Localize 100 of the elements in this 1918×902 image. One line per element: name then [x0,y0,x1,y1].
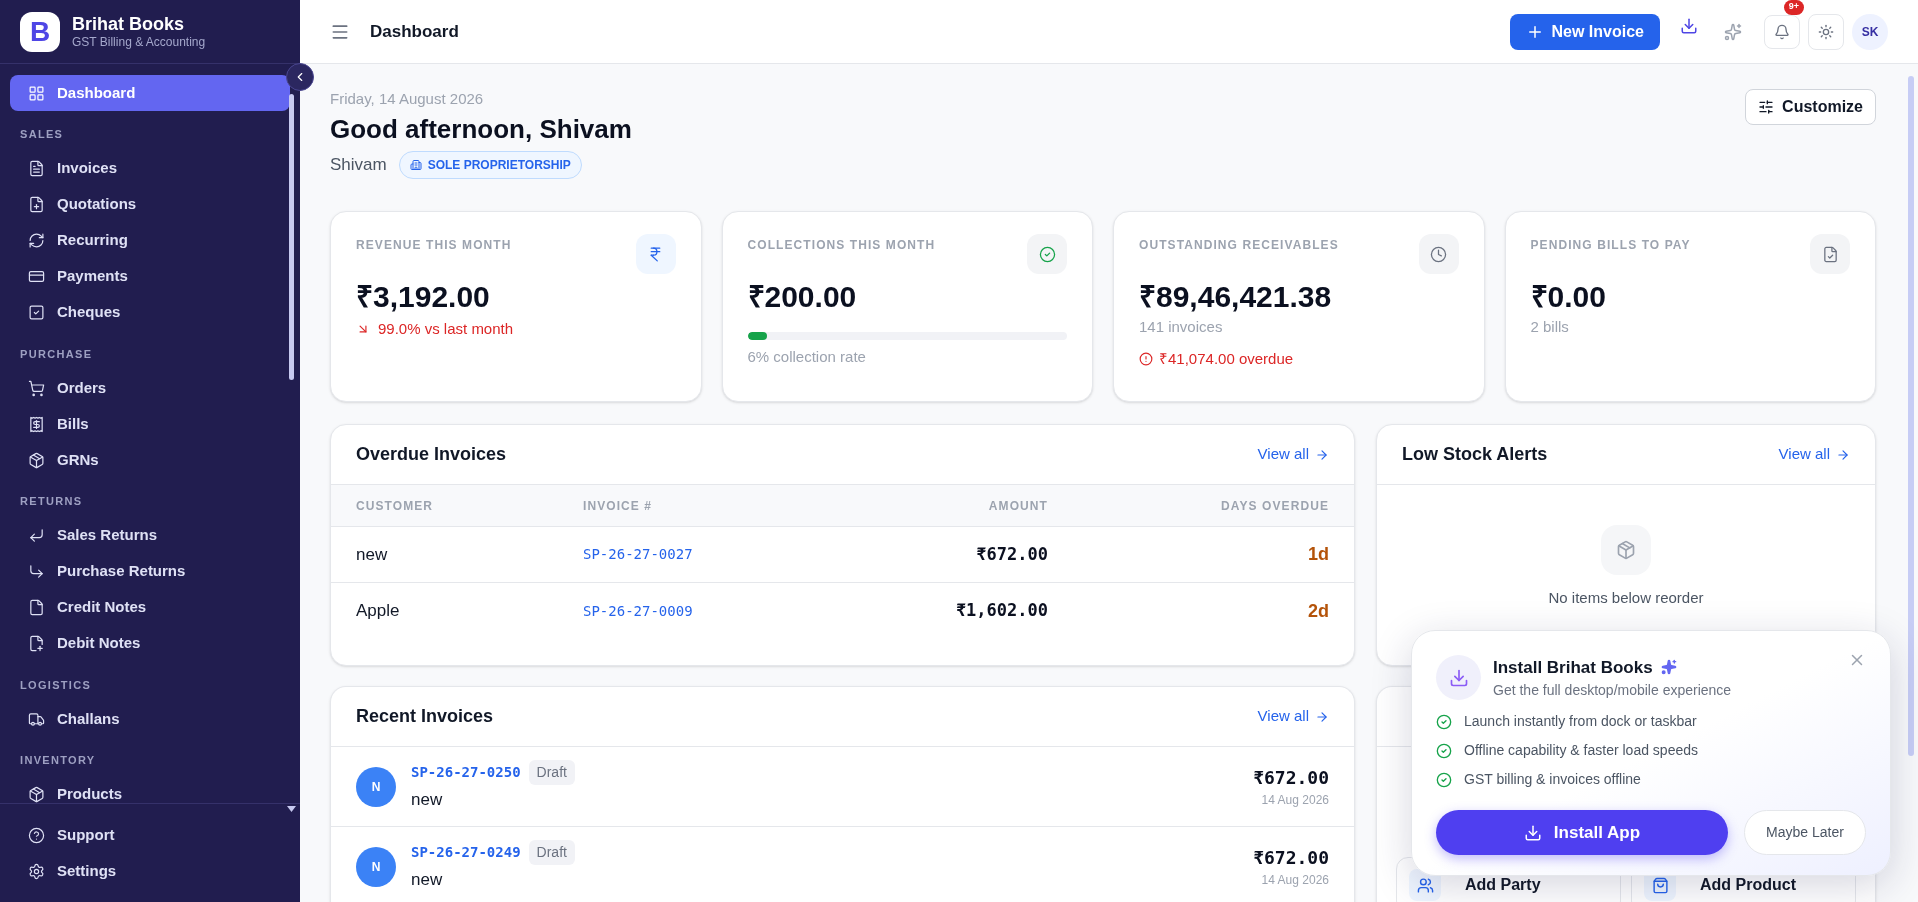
status-badge: Draft [528,760,575,786]
business-type-badge: SOLE PROPRIETORSHIP [398,151,582,179]
stat-value: ₹3,192.00 [356,279,491,315]
stat-value: ₹89,46,421.38 [1139,279,1333,315]
customer-cell-text: new [356,543,389,566]
check-circle-icon [1436,742,1452,759]
column-header: INVOICE # [583,497,654,515]
app-name: Brihat Books [72,12,186,36]
invoice-link[interactable]: SP-26-27-0249 [411,842,521,864]
nav-item[interactable]: Purchase Returns [10,553,290,590]
new-invoice-button[interactable]: New Invoice [1509,13,1660,50]
stat-label: COLLECTIONS THIS MONTH [747,237,936,254]
notification-badge: 9+ [1784,0,1804,15]
download-icon[interactable] [1680,16,1698,35]
sparkles-icon[interactable] [1724,22,1742,41]
customize-button[interactable]: Customize [1745,89,1876,125]
view-all-link[interactable]: View all [1257,443,1329,466]
nav-item[interactable]: Settings [10,853,290,889]
card-icon [28,268,45,285]
file-plus-icon [28,635,45,652]
bell-icon [1774,23,1790,40]
stat-label: REVENUE THIS MONTH [356,237,512,254]
customer-name: new [411,869,444,892]
invoice-date: 14 Aug 2026 [1261,792,1329,809]
nav-item[interactable]: Recurring [10,222,290,259]
view-all-link[interactable]: View all [1257,705,1329,728]
page-title: Dashboard [370,20,459,43]
card-title: Recent Invoices [356,705,494,728]
view-all-link[interactable]: View all [1778,443,1850,466]
nav-item[interactable]: Orders [10,370,290,406]
grid-icon [28,84,45,102]
invoice-amount: ₹672.00 [1253,846,1329,870]
customer-name: new [411,789,444,812]
maybe-later-button[interactable]: Maybe Later [1744,810,1866,855]
nav-item[interactable]: Dashboard [10,75,290,111]
nav-item[interactable]: Support [10,817,290,853]
invoice-amount: ₹672.00 [1253,766,1329,790]
download-icon [1523,823,1542,842]
greeting-title: Good afternoon, Shivam [330,112,632,145]
page-scrollbar-thumb[interactable] [1908,76,1914,756]
stat-label: OUTSTANDING RECEIVABLES [1139,237,1339,254]
bag-icon [1651,876,1669,894]
nav-item[interactable]: Credit Notes [10,589,290,626]
feature-text: Launch instantly from dock or taskbar [1464,712,1697,731]
document-icon [28,160,45,177]
stat-label: PENDING BILLS TO PAY [1530,237,1691,254]
cart-icon [28,379,45,397]
customer-cell-text: Apple [356,600,401,623]
users-icon [1416,876,1434,894]
section-label: RETURNS [19,494,84,509]
status-badge: Draft [528,840,575,866]
empty-message: No items below reorder [1548,588,1704,608]
trend-text: 99.0% vs last month [378,318,514,339]
box-icon [28,786,45,803]
days-overdue-cell-text: 2d [1307,599,1329,623]
nav-item[interactable]: Debit Notes [10,625,290,662]
nav-item[interactable]: Sales Returns [10,517,290,554]
nav-item[interactable]: GRNs [10,442,290,478]
amount-cell-text: ₹1,602.00 [954,599,1048,623]
nav-item[interactable]: Products [10,776,290,803]
user-name: Shivam [330,154,387,177]
stat-note: 2 bills [1530,316,1570,337]
stat-note: 6% collection rate [747,346,867,367]
nav-item[interactable]: Payments [10,258,290,295]
building-icon [409,159,422,171]
scrollbar-thumb[interactable] [289,94,294,380]
box-icon [28,451,45,469]
sliders-icon [1758,99,1775,115]
stat-value: ₹0.00 [1530,279,1607,315]
invoice-link[interactable]: SP-26-27-0009 [583,600,843,622]
return-arrow-icon [28,527,45,544]
nav-item[interactable]: Bills [10,406,290,442]
invoice-link[interactable]: SP-26-27-0250 [411,762,521,784]
theme-button[interactable] [1808,13,1844,50]
collapse-button[interactable] [286,63,314,91]
nav-item[interactable]: Challans [10,701,290,737]
stat-note: 141 invoices [1139,316,1224,337]
nav-item[interactable]: Invoices [10,150,290,187]
days-overdue-cell-text: 1d [1307,543,1329,566]
receipt-icon [28,415,45,433]
overdue-text: ₹41,074.00 overdue [1159,349,1294,369]
invoice-link[interactable]: SP-26-27-0027 [583,544,843,565]
scroll-down-icon[interactable] [287,806,296,812]
date-text: Friday, 14 August 2026 [330,89,485,109]
amount-cell-text: ₹672.00 [975,542,1048,566]
card-title: Low Stock Alerts [1402,443,1548,466]
user-avatar[interactable]: SK [1852,13,1888,50]
truck-icon [28,710,45,728]
install-app-button[interactable]: Install App [1436,810,1728,855]
check-circle-icon [1038,245,1056,263]
app-logo: B [20,11,60,52]
feature-text: Offline capability & faster load speeds [1464,741,1698,760]
column-header: AMOUNT [987,497,1048,515]
sun-icon [1818,23,1834,40]
column-header: DAYS OVERDUE [1220,497,1329,515]
refresh-icon [28,232,45,249]
nav-item[interactable]: Cheques [10,294,290,331]
file-icon [1821,245,1839,263]
nav-item[interactable]: Quotations [10,186,290,223]
file-plus-icon [28,196,45,213]
